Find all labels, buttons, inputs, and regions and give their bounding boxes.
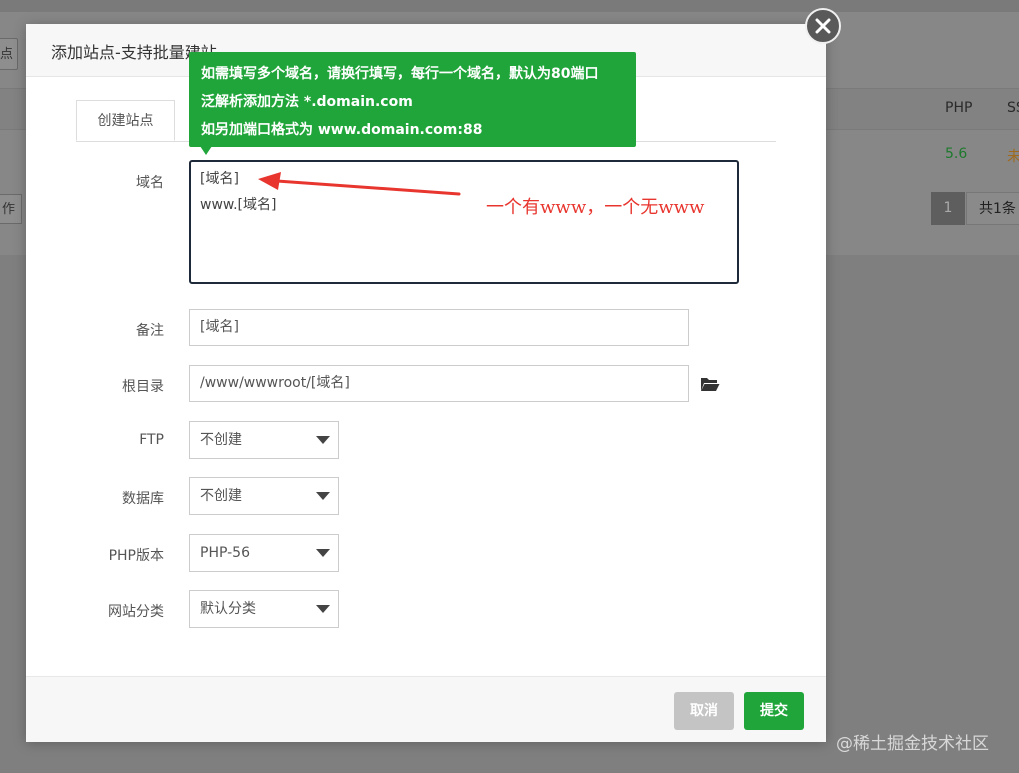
database-value: 不创建 [200,488,242,504]
ftp-select[interactable]: 不创建 [189,421,339,459]
database-label: 数据库 [122,491,164,507]
submit-button[interactable]: 提交 [744,692,804,730]
ftp-label: FTP [139,432,164,448]
root-dir-value: /www/wwwroot/[域名] [200,375,350,391]
background-button-2: 作 [0,194,22,224]
background-button: 点 [0,38,18,70]
tab-create-site[interactable]: 创建站点 [76,100,175,141]
domain-label: 域名 [136,175,164,191]
database-select[interactable]: 不创建 [189,477,339,515]
annotation-arrow-icon [258,172,461,196]
php-version-label: PHP版本 [108,548,164,564]
watermark: @稀土掘金技术社区 [836,734,989,754]
site-category-select[interactable]: 默认分类 [189,590,339,628]
tooltip-line-2: 泛解析添加方法 *.domain.com [201,94,413,110]
chevron-down-icon [316,436,330,444]
background-cell-php: 5.6 [945,146,968,162]
tooltip-line-3: 如另加端口格式为 www.domain.com:88 [201,122,483,138]
background-pager-total: 共1条 [966,192,1019,225]
ftp-value: 不创建 [200,432,242,448]
background-topbar [0,0,1019,12]
chevron-down-icon [316,549,330,557]
dialog-footer: 取消 提交 [26,676,826,742]
cancel-button[interactable]: 取消 [674,692,734,730]
close-icon [815,18,831,34]
root-dir-input[interactable]: /www/wwwroot/[域名] [189,365,689,402]
root-dir-label: 根目录 [122,379,164,395]
site-category-value: 默认分类 [200,601,256,617]
chevron-down-icon [316,605,330,613]
site-category-label: 网站分类 [108,604,164,620]
annotation-text: 一个有www，一个无www [486,197,705,218]
background-pager-current: 1 [931,192,965,225]
remark-input[interactable]: [域名] [189,309,689,346]
php-version-value: PHP-56 [200,545,250,561]
remark-label: 备注 [136,323,164,339]
chevron-down-icon [316,492,330,500]
domain-help-tooltip: 如需填写多个域名，请换行填写，每行一个域名，默认为80端口 泛解析添加方法 *.… [189,52,636,147]
background-header-ssl: SS [1007,100,1019,116]
background-header-php: PHP [945,100,973,116]
folder-open-icon[interactable] [700,376,720,396]
close-dialog-button[interactable] [805,8,841,44]
php-version-select[interactable]: PHP-56 [189,534,339,572]
background-cell-ssl: 未 [1007,149,1019,165]
tooltip-line-1: 如需填写多个域名，请换行填写，每行一个域名，默认为80端口 [201,66,599,82]
remark-value: [域名] [200,319,239,335]
tooltip-arrow [200,146,212,155]
